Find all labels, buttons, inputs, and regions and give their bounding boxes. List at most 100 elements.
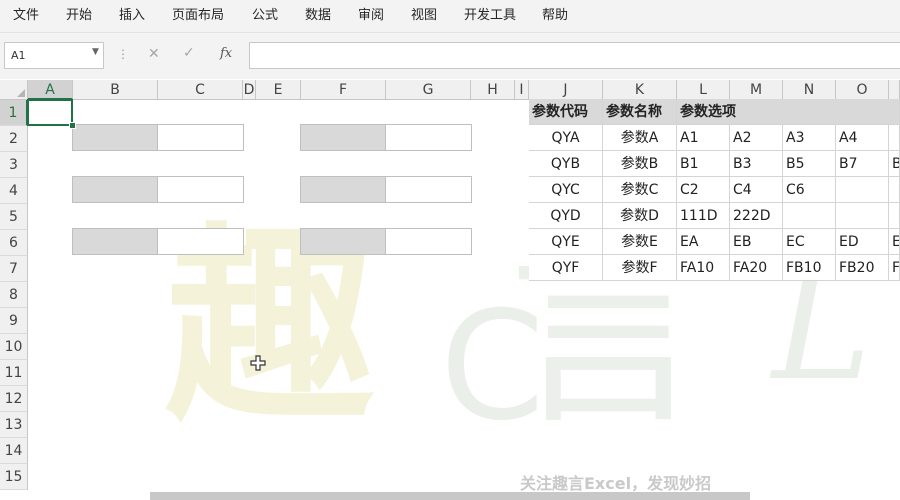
table-cell-option[interactable]: C2 — [677, 177, 730, 203]
table-cell-option[interactable] — [783, 203, 836, 229]
table-cell-option[interactable]: A3 — [783, 125, 836, 151]
table-cell-name[interactable]: 参数F — [603, 255, 677, 281]
row-header-10[interactable]: 10 — [0, 334, 28, 360]
table-cell-option[interactable]: B1 — [677, 151, 730, 177]
form-label-cell[interactable] — [72, 176, 158, 203]
form-input-cell[interactable] — [158, 124, 244, 151]
table-cell-option[interactable]: EA — [677, 229, 730, 255]
column-header-O[interactable]: O — [836, 80, 889, 100]
table-cell-option[interactable]: 222D — [730, 203, 783, 229]
table-cell-option[interactable]: C6 — [783, 177, 836, 203]
row-header-7[interactable]: 7 — [0, 256, 28, 282]
table-cell-option[interactable] — [889, 203, 900, 229]
menu-data[interactable]: 数据 — [305, 0, 331, 32]
table-header-cell[interactable]: 参数名称 — [603, 99, 677, 125]
form-input-cell[interactable] — [386, 228, 472, 255]
table-cell-option[interactable]: EC — [783, 229, 836, 255]
column-header-M[interactable]: M — [730, 80, 783, 100]
table-cell-option[interactable]: 111D — [677, 203, 730, 229]
row-header-3[interactable]: 3 — [0, 152, 28, 178]
column-header-F[interactable]: F — [301, 80, 386, 100]
table-cell-option[interactable] — [836, 203, 889, 229]
table-cell-code[interactable]: QYF — [529, 255, 603, 281]
insert-function-icon[interactable]: fx — [220, 46, 232, 61]
form-input-cell[interactable] — [158, 176, 244, 203]
table-cell-option[interactable]: B3 — [730, 151, 783, 177]
row-header-8[interactable]: 8 — [0, 282, 28, 308]
table-cell-name[interactable]: 参数D — [603, 203, 677, 229]
form-label-cell[interactable] — [72, 124, 158, 151]
table-cell-name[interactable]: 参数B — [603, 151, 677, 177]
table-cell-option[interactable]: C4 — [730, 177, 783, 203]
row-header-11[interactable]: 11 — [0, 360, 28, 386]
column-header-D[interactable]: D — [243, 80, 256, 100]
table-cell-option[interactable]: FB10 — [783, 255, 836, 281]
cancel-x-icon[interactable]: ✕ — [148, 46, 160, 62]
table-cell-code[interactable]: QYA — [529, 125, 603, 151]
table-cell-code[interactable]: QYC — [529, 177, 603, 203]
table-cell-option[interactable]: B5 — [783, 151, 836, 177]
row-header-9[interactable]: 9 — [0, 308, 28, 334]
table-cell-option[interactable]: B — [889, 151, 900, 177]
table-cell-code[interactable]: QYB — [529, 151, 603, 177]
table-cell-name[interactable]: 参数A — [603, 125, 677, 151]
form-input-cell[interactable] — [386, 124, 472, 151]
form-label-cell[interactable] — [300, 228, 386, 255]
menu-review[interactable]: 审阅 — [358, 0, 384, 32]
row-header-14[interactable]: 14 — [0, 438, 28, 464]
column-header-C[interactable]: C — [158, 80, 243, 100]
chevron-down-icon[interactable]: ▼ — [92, 47, 99, 57]
form-label-cell[interactable] — [300, 176, 386, 203]
table-header-cell[interactable]: 参数代码 — [529, 99, 603, 125]
menu-page-layout[interactable]: 页面布局 — [172, 0, 224, 32]
column-header-L[interactable]: L — [677, 80, 730, 100]
form-input-cell[interactable] — [386, 176, 472, 203]
table-cell-option[interactable]: F — [889, 255, 900, 281]
menu-view[interactable]: 视图 — [411, 0, 437, 32]
table-cell-option[interactable] — [889, 177, 900, 203]
table-cell-option[interactable] — [836, 177, 889, 203]
column-header-B[interactable]: B — [73, 80, 158, 100]
table-cell-option[interactable]: ED — [836, 229, 889, 255]
menu-formulas[interactable]: 公式 — [252, 0, 278, 32]
table-cell-option[interactable]: A4 — [836, 125, 889, 151]
menu-home[interactable]: 开始 — [66, 0, 92, 32]
table-cell-name[interactable]: 参数C — [603, 177, 677, 203]
fill-handle[interactable] — [69, 122, 76, 129]
table-cell-option[interactable]: FA10 — [677, 255, 730, 281]
table-cell-option[interactable]: EB — [730, 229, 783, 255]
column-header-I[interactable]: I — [515, 80, 529, 100]
menu-file[interactable]: 文件 — [13, 0, 39, 32]
row-header-15[interactable]: 15 — [0, 464, 28, 490]
table-cell-code[interactable]: QYE — [529, 229, 603, 255]
table-cell-option[interactable]: FB20 — [836, 255, 889, 281]
menu-help[interactable]: 帮助 — [542, 0, 568, 32]
column-header-J[interactable]: J — [529, 80, 603, 100]
menu-insert[interactable]: 插入 — [119, 0, 145, 32]
table-cell-name[interactable]: 参数E — [603, 229, 677, 255]
table-cell-option[interactable]: A1 — [677, 125, 730, 151]
form-label-cell[interactable] — [72, 228, 158, 255]
column-header-E[interactable]: E — [256, 80, 301, 100]
enter-check-icon[interactable]: ✓ — [183, 45, 195, 61]
column-header-next[interactable] — [889, 80, 900, 100]
column-header-K[interactable]: K — [603, 80, 677, 100]
column-header-A[interactable]: A — [28, 80, 73, 100]
row-header-2[interactable]: 2 — [0, 126, 28, 152]
select-all-corner[interactable] — [0, 80, 28, 100]
column-header-N[interactable]: N — [783, 80, 836, 100]
row-header-1[interactable]: 1 — [0, 100, 28, 126]
table-cell-option[interactable]: E — [889, 229, 900, 255]
table-cell-code[interactable]: QYD — [529, 203, 603, 229]
table-header-cell[interactable]: 参数选项 — [677, 99, 900, 125]
active-cell-selection[interactable] — [27, 99, 73, 126]
menu-developer[interactable]: 开发工具 — [464, 0, 516, 32]
table-cell-option[interactable] — [889, 125, 900, 151]
row-header-4[interactable]: 4 — [0, 178, 28, 204]
column-header-G[interactable]: G — [386, 80, 471, 100]
horizontal-scrollbar[interactable] — [150, 492, 750, 500]
name-box[interactable]: A1 ▼ — [4, 42, 104, 69]
table-cell-option[interactable]: FA20 — [730, 255, 783, 281]
form-label-cell[interactable] — [300, 124, 386, 151]
column-header-H[interactable]: H — [471, 80, 515, 100]
